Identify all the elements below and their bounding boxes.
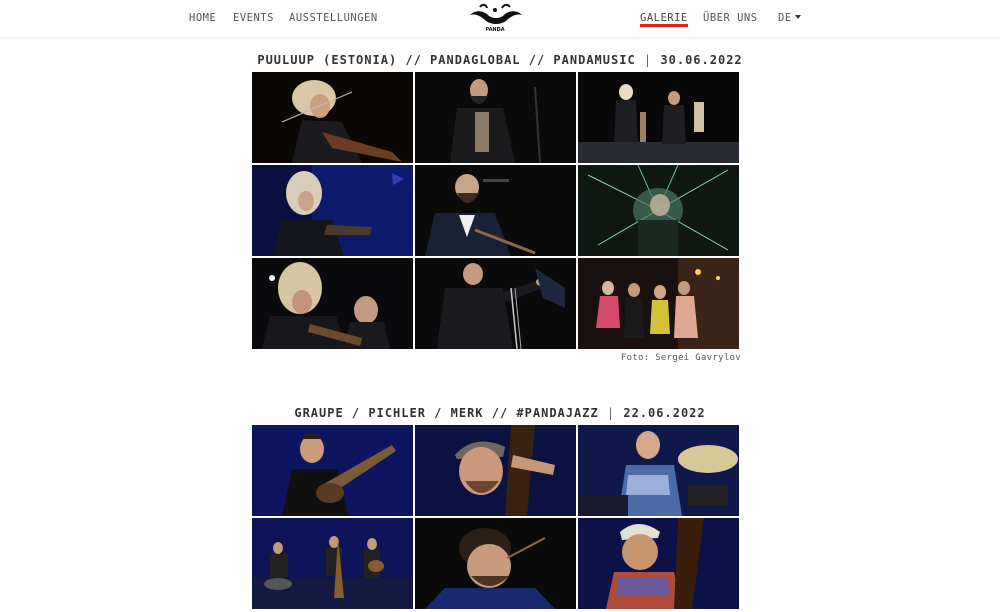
language-label: DE — [778, 12, 792, 24]
gallery-date: 30.06.2022 — [660, 53, 743, 67]
nav-galerie-link[interactable]: GALERIE — [640, 12, 688, 27]
gallery-title-text: PUULUUP (ESTONIA) // PANDAGLOBAL // PAND… — [257, 53, 636, 67]
gallery-title-puuluup[interactable]: PUULUUP (ESTONIA) // PANDAGLOBAL // PAND… — [0, 53, 1000, 67]
caret-down-icon — [794, 15, 801, 19]
nav-home-link[interactable]: HOME — [189, 12, 216, 24]
title-separator: | — [643, 53, 653, 67]
gallery-photo[interactable] — [578, 425, 739, 516]
gallery-title-text: GRAUPE / PICHLER / MERK // #PANDAJAZZ — [294, 406, 599, 420]
nav-ueber-uns-link[interactable]: ÜBER UNS — [703, 12, 758, 24]
nav-ausstellungen-link[interactable]: AUSSTELLUNGEN — [289, 12, 378, 24]
title-separator: | — [606, 406, 616, 420]
nav-events-link[interactable]: EVENTS — [233, 12, 274, 24]
top-navbar: HOME EVENTS AUSSTELLUNGEN PANDA GALERIE … — [0, 0, 1000, 38]
svg-text:PANDA: PANDA — [485, 27, 504, 33]
photo-credit: Foto: Sergei Gavrylov — [620, 353, 741, 363]
photo-grid-graupe — [252, 425, 739, 609]
gallery-photo[interactable] — [252, 165, 413, 256]
gallery-photo[interactable] — [252, 258, 413, 349]
gallery-photo[interactable] — [252, 72, 413, 163]
gallery-photo[interactable] — [415, 72, 576, 163]
gallery-photo[interactable] — [252, 518, 413, 609]
gallery-title-graupe[interactable]: GRAUPE / PICHLER / MERK // #PANDAJAZZ | … — [0, 406, 1000, 420]
photo-grid-puuluup — [252, 72, 739, 349]
gallery-photo[interactable] — [415, 425, 576, 516]
gallery-photo[interactable] — [578, 518, 739, 609]
site-logo[interactable]: PANDA — [466, 3, 524, 33]
gallery-photo[interactable] — [415, 165, 576, 256]
gallery-photo[interactable] — [578, 165, 739, 256]
panda-logo-icon: PANDA — [470, 3, 522, 33]
gallery-photo[interactable] — [578, 258, 739, 349]
gallery-photo[interactable] — [578, 72, 739, 163]
language-dropdown[interactable]: DE — [778, 12, 801, 24]
gallery-photo[interactable] — [415, 258, 576, 349]
gallery-photo[interactable] — [415, 518, 576, 609]
gallery-photo[interactable] — [252, 425, 413, 516]
gallery-date: 22.06.2022 — [623, 406, 706, 420]
